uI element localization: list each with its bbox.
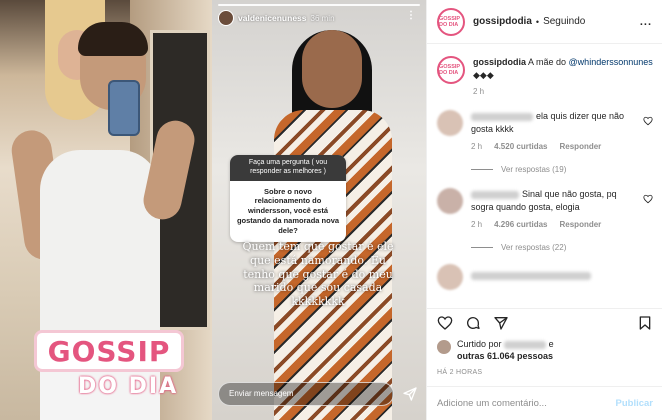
view-replies-line (471, 169, 493, 171)
comment-item-partial (437, 264, 653, 291)
comment-item: ela quis dizer que não gosta kkkk 2 h 4.… (437, 110, 653, 151)
caption-emojis: ◆◆◆ (473, 69, 494, 80)
comment-item: Sinal que não gosta, pq sogra quando gos… (437, 188, 653, 229)
comment-reply-button[interactable]: Responder (560, 142, 602, 151)
man-hair (78, 22, 148, 56)
comment-likes[interactable]: 4.520 curtidas (494, 142, 547, 151)
story-time: 36 min (310, 13, 335, 23)
post-side-panel: GOSSIP DO DIA gossipdodia • Seguindo ...… (426, 0, 662, 420)
liked-by-summary: Curtido por e outras 61.064 pessoas (437, 338, 657, 362)
liked-by-others-link[interactable]: outras 61.064 pessoas (457, 351, 553, 361)
profile-avatar[interactable]: GOSSIP DO DIA (437, 7, 465, 36)
caption-text: gossipdodia A mãe do @whinderssonnunes ◆… (473, 56, 653, 81)
man-tank-top (40, 150, 160, 350)
comment-input[interactable] (437, 398, 607, 409)
logo-text-gossip: GOSSIP (47, 334, 171, 368)
comment-time: 2 h (471, 220, 483, 230)
comment-text-row: ela quis dizer que não gosta kkkk (471, 110, 641, 136)
story-reply-input: Enviar mensagem (218, 382, 394, 406)
view-replies-text[interactable]: Ver respostas (22) (501, 243, 566, 252)
view-replies-button[interactable]: Ver respostas (19) (471, 165, 653, 174)
story-header: valdenicenuness 36 min (218, 10, 335, 26)
view-replies-line (471, 247, 493, 249)
comment-time: 2 h (471, 142, 483, 152)
add-comment-bar: Publicar (427, 386, 662, 420)
post-actions-bar (427, 308, 662, 336)
post-date: HÁ 2 HORAS (437, 369, 483, 376)
story-more-icon: ⋮ (406, 10, 416, 21)
publish-button[interactable]: Publicar (616, 398, 654, 409)
question-sticker-header: Faça uma pergunta ( vou responder as mel… (230, 155, 346, 181)
commenter-avatar[interactable] (437, 188, 463, 215)
story-answer-text: Quem tem que gostar é ele que está namor… (242, 240, 394, 308)
commenter-avatar[interactable] (437, 110, 463, 137)
caption-username[interactable]: gossipdodia (473, 57, 526, 67)
share-icon[interactable] (493, 315, 509, 331)
header-username[interactable]: gossipdodia (473, 16, 532, 27)
save-bookmark-icon[interactable] (637, 315, 653, 331)
comment-likes[interactable]: 4.296 curtidas (494, 220, 547, 229)
comment-text-row: Sinal que não gosta, pq sogra quando gos… (471, 188, 641, 214)
commenter-username-blurred[interactable] (471, 190, 519, 199)
woman-face (302, 30, 362, 108)
profile-avatar-text: GOSSIP DO DIA (439, 15, 460, 28)
comment-meta: 2 h 4.520 curtidas Responder (471, 142, 641, 151)
caption-avatar[interactable]: GOSSIP DO DIA (437, 56, 465, 84)
caption-meta: 2 h (473, 87, 653, 96)
separator-dot: • (535, 16, 540, 27)
logo-box: GOSSIP (34, 330, 184, 372)
follow-status-button[interactable]: Seguindo (543, 16, 585, 27)
comments-list[interactable]: GOSSIP DO DIA gossipdodia A mãe do @whin… (427, 44, 662, 304)
view-replies-text[interactable]: Ver respostas (19) (501, 165, 566, 174)
liker-avatar[interactable] (437, 340, 451, 354)
post-header: GOSSIP DO DIA gossipdodia • Seguindo ... (427, 0, 662, 44)
more-options-icon[interactable]: ... (640, 16, 652, 28)
comment-heart-icon[interactable] (643, 194, 653, 204)
gossip-do-dia-logo: GOSSIP DO DIA (34, 330, 194, 410)
liker-username-blurred[interactable] (504, 340, 547, 349)
caption-avatar-text: GOSSIP DO DIA (439, 64, 460, 76)
caption: GOSSIP DO DIA gossipdodia A mãe do @whin… (437, 56, 653, 96)
story-avatar (218, 10, 234, 26)
send-icon (403, 387, 417, 401)
story-progress-bar (218, 4, 420, 6)
post-image-left: GOSSIP DO DIA (0, 0, 212, 420)
caption-mention-link[interactable]: @whinderssonnunes (569, 57, 653, 67)
comment-text-blurred (471, 272, 591, 281)
liked-by-text: Curtido por e outras 61.064 pessoas (457, 338, 554, 362)
question-sticker-body: Sobre o novo relacionamento do windersso… (236, 186, 340, 235)
comment-icon[interactable] (465, 315, 481, 331)
comment-reply-button[interactable]: Responder (560, 220, 602, 229)
liked-by-suffix: e (548, 339, 554, 349)
story-screenshot: valdenicenuness 36 min ⋮ Faça uma pergun… (212, 0, 426, 420)
logo-text-do-dia: DO DIA (78, 374, 179, 399)
view-replies-button[interactable]: Ver respostas (22) (471, 243, 653, 252)
story-username: valdenicenuness (238, 13, 307, 23)
commenter-username-blurred[interactable] (471, 112, 533, 121)
comment-meta: 2 h 4.296 curtidas Responder (471, 220, 641, 229)
like-heart-icon[interactable] (437, 315, 453, 331)
phone-in-mirror (108, 80, 140, 136)
caption-body: A mãe do (526, 57, 569, 67)
comment-heart-icon[interactable] (643, 116, 653, 126)
liked-by-prefix: Curtido por (457, 339, 502, 349)
caption-time: 2 h (473, 87, 485, 97)
question-sticker: Faça uma pergunta ( vou responder as mel… (230, 155, 346, 243)
commenter-avatar[interactable] (437, 264, 463, 291)
